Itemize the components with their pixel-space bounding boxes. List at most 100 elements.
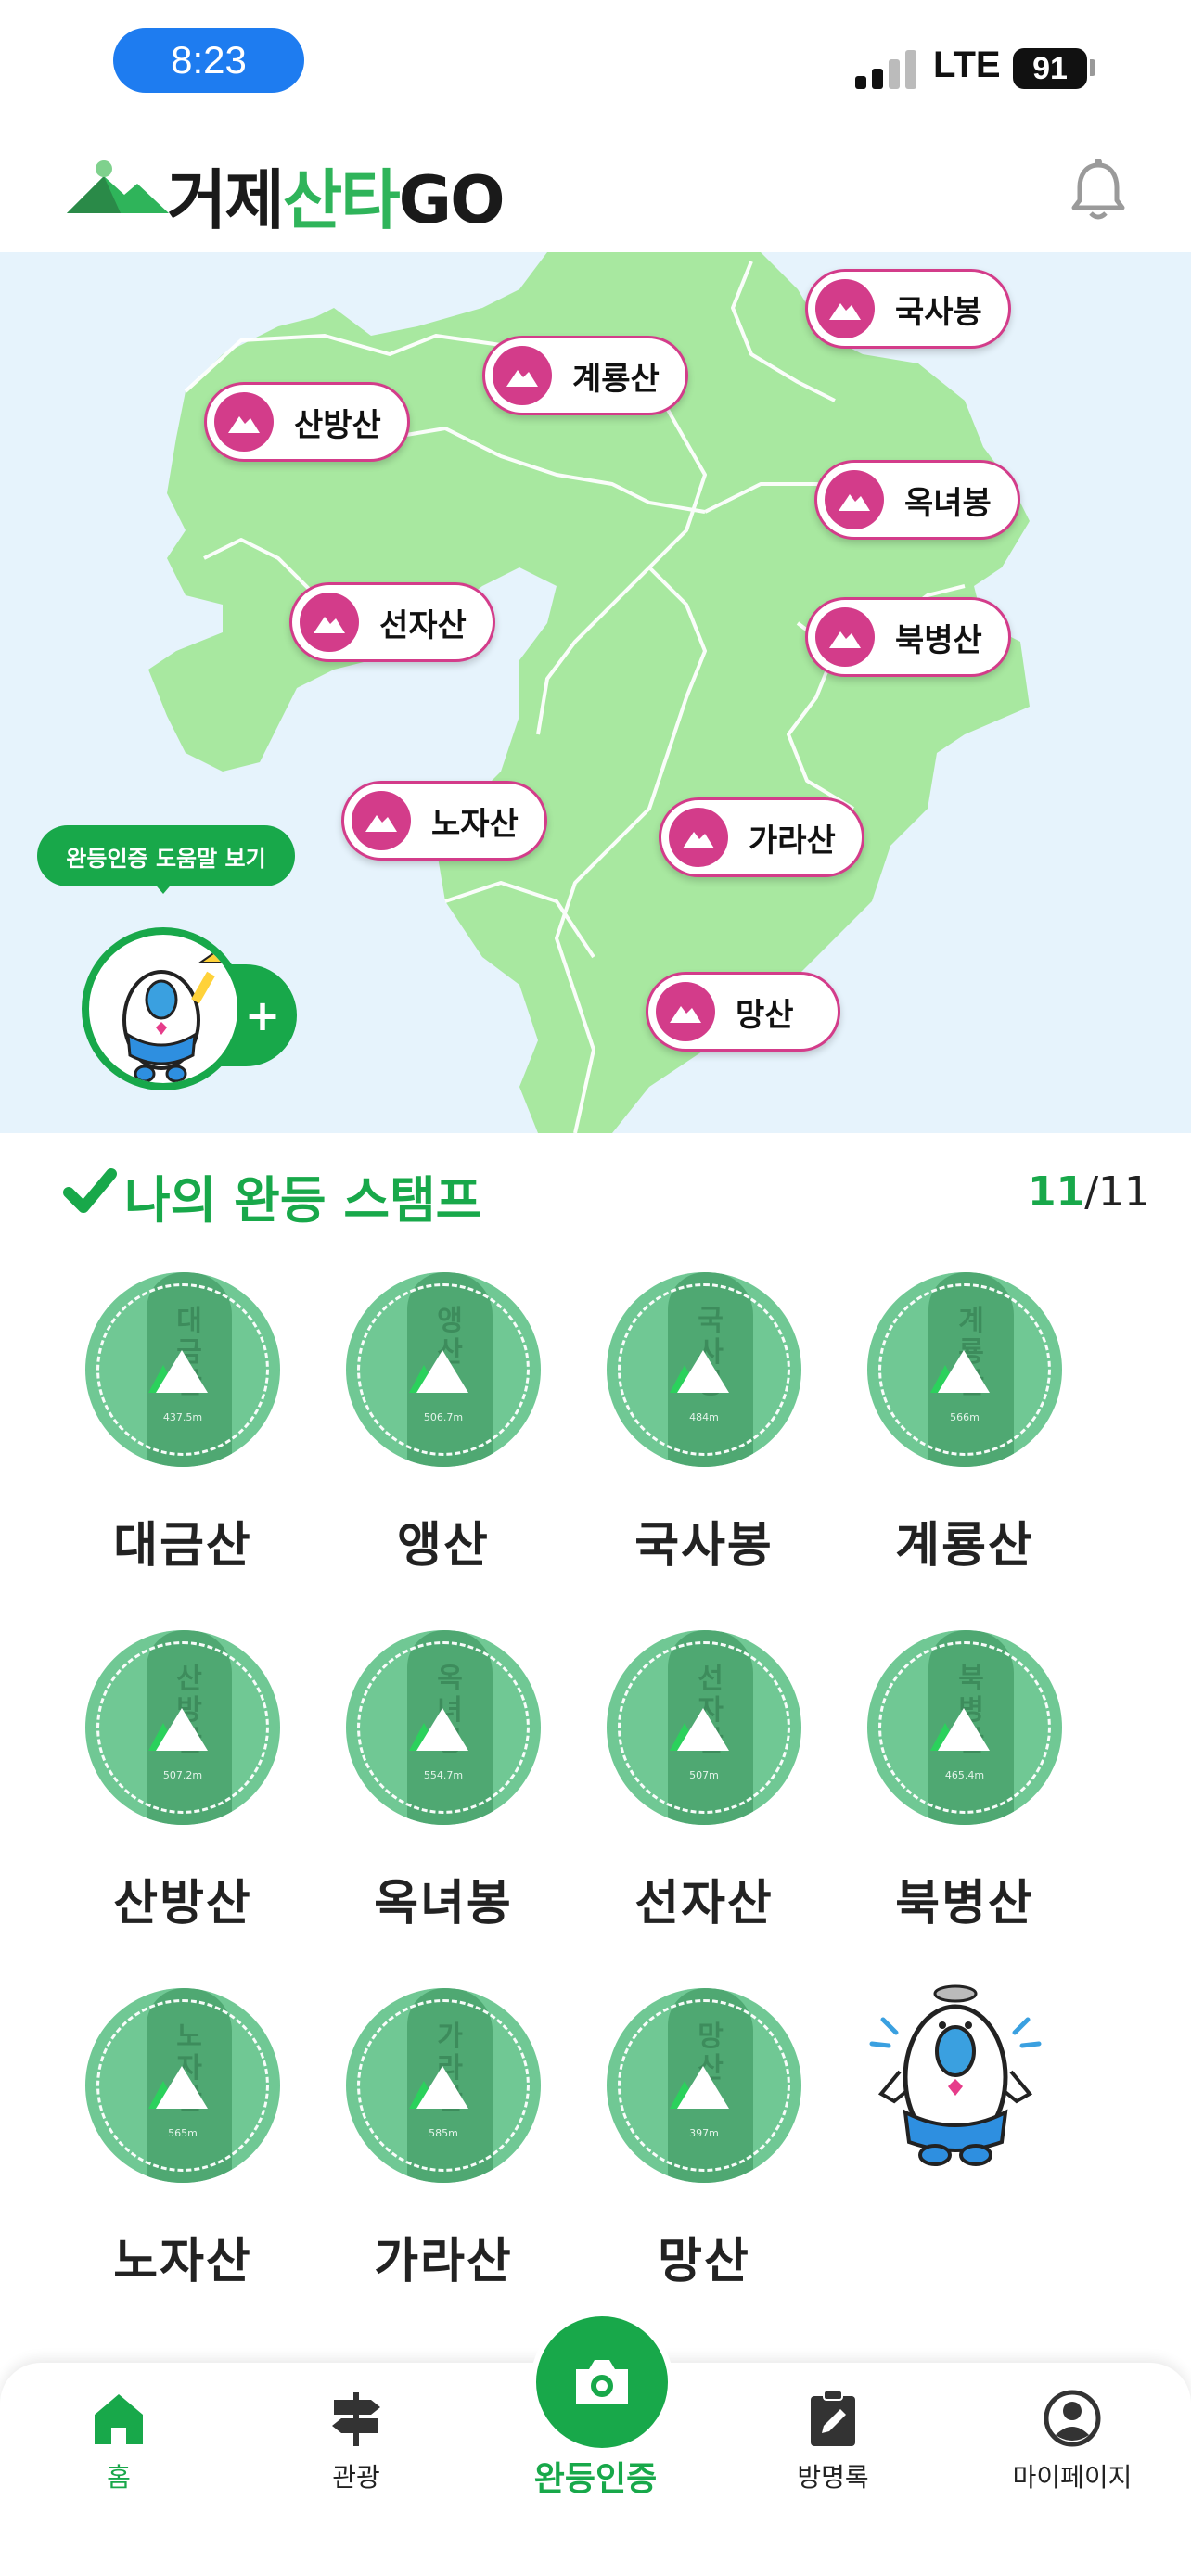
stamp-mountain-icon bbox=[156, 2066, 208, 2109]
nav-label: 방명록 bbox=[797, 2462, 869, 2493]
pin-label: 옥녀봉 bbox=[904, 484, 992, 522]
stamp-label: 계룡산 bbox=[895, 1518, 1034, 1574]
mascot-celebration-icon bbox=[869, 1984, 1042, 2166]
map-pin-nojasan[interactable]: 노자산 bbox=[341, 781, 547, 861]
map-pin-sanbangsan[interactable]: 산방산 bbox=[204, 382, 410, 462]
stamp-height: 585m bbox=[429, 2127, 458, 2139]
mountain-icon bbox=[656, 982, 715, 1041]
stamp-label: 대금산 bbox=[113, 1518, 252, 1574]
map-pin-seonjasan[interactable]: 선자산 bbox=[289, 582, 495, 662]
user-circle-icon bbox=[1044, 2390, 1101, 2447]
camera-icon bbox=[576, 2360, 628, 2404]
nav-mypage[interactable]: 마이페이지 bbox=[980, 2389, 1165, 2494]
stamp-height: 506.7m bbox=[423, 1411, 464, 1423]
stamp-mountain-icon bbox=[156, 1350, 208, 1393]
help-button[interactable]: 완등인증 도움말 보기 bbox=[37, 825, 295, 886]
stamp-daegeumsan[interactable]: 대금산 437.5m bbox=[85, 1272, 280, 1467]
stamp-count: 11/11 bbox=[1028, 1168, 1151, 1216]
logo-mountain-icon bbox=[67, 160, 169, 213]
mountain-icon bbox=[815, 607, 875, 667]
pin-label: 계룡산 bbox=[572, 360, 660, 398]
stamp-label: 선자산 bbox=[634, 1876, 774, 1932]
stamp-bukbyeongsan[interactable]: 북병산 465.4m bbox=[867, 1630, 1062, 1825]
stamp-label: 국사봉 bbox=[634, 1518, 774, 1574]
stamp-height: 554.7m bbox=[423, 1769, 464, 1781]
map-pin-gyeryongsan[interactable]: 계룡산 bbox=[482, 336, 688, 415]
stamp-garasan[interactable]: 가라산 585m bbox=[346, 1988, 541, 2183]
stamp-nojasan[interactable]: 노자산 565m bbox=[85, 1988, 280, 2183]
stamp-sanbangsan[interactable]: 산방산 507.2m bbox=[85, 1630, 280, 1825]
nav-tour[interactable]: 관광 bbox=[263, 2389, 449, 2494]
stamp-height: 484m bbox=[689, 1411, 719, 1423]
mountain-icon bbox=[815, 279, 875, 338]
stamp-height: 397m bbox=[689, 2127, 719, 2139]
mountain-icon bbox=[825, 470, 884, 529]
mountain-icon bbox=[300, 593, 359, 652]
stamp-seonjasan[interactable]: 선자산 507m bbox=[607, 1630, 801, 1825]
battery-icon: 91 bbox=[1013, 48, 1087, 89]
stamp-height: 507m bbox=[689, 1769, 719, 1781]
mascot-avatar[interactable] bbox=[82, 927, 245, 1090]
nav-home[interactable]: 홈 bbox=[26, 2389, 211, 2494]
map-pin-oknyeobong[interactable]: 옥녀봉 bbox=[814, 460, 1020, 540]
app-logo[interactable]: 거제산타GO bbox=[167, 148, 506, 242]
map-pin-bukbyeongsan[interactable]: 북병산 bbox=[805, 597, 1011, 677]
home-icon bbox=[95, 2394, 143, 2444]
stamp-section-title: 나의 완등 스탬프 bbox=[124, 1171, 482, 1230]
stamp-mountain-icon bbox=[677, 1708, 729, 1751]
status-time: 8:23 bbox=[113, 28, 304, 93]
stamp-mountain-icon bbox=[156, 1708, 208, 1751]
map-pin-guksabong[interactable]: 국사봉 bbox=[805, 269, 1011, 349]
stamp-mountain-icon bbox=[416, 2066, 468, 2109]
nav-certify-label[interactable]: 완등인증 bbox=[482, 2452, 709, 2500]
clipboard-edit-icon bbox=[811, 2390, 855, 2446]
pin-label: 북병산 bbox=[895, 621, 982, 659]
stamp-height: 507.2m bbox=[162, 1769, 203, 1781]
mountain-icon bbox=[214, 392, 274, 452]
check-icon bbox=[63, 1168, 117, 1213]
pin-label: 산방산 bbox=[294, 406, 381, 444]
mascot-icon bbox=[122, 948, 226, 1083]
stamp-mountain-icon bbox=[938, 1350, 990, 1393]
stamp-label: 노자산 bbox=[113, 2234, 252, 2289]
nav-label: 홈 bbox=[107, 2462, 131, 2493]
stamp-mangsan[interactable]: 망산 397m bbox=[607, 1988, 801, 2183]
stamp-label: 가라산 bbox=[374, 2234, 513, 2289]
nav-guestbook[interactable]: 방명록 bbox=[740, 2389, 926, 2494]
stamp-label: 망산 bbox=[658, 2234, 750, 2289]
mountain-icon bbox=[352, 791, 411, 850]
stamp-mountain-icon bbox=[416, 1708, 468, 1751]
signpost-icon bbox=[332, 2392, 380, 2446]
stamp-label: 산방산 bbox=[113, 1876, 252, 1932]
mountain-icon bbox=[669, 808, 728, 867]
pin-label: 가라산 bbox=[749, 822, 836, 860]
stamp-mountain-icon bbox=[416, 1350, 468, 1393]
stamp-mountain-icon bbox=[677, 2066, 729, 2109]
stamp-label: 앵산 bbox=[397, 1518, 490, 1574]
stamp-height: 566m bbox=[950, 1411, 980, 1423]
stamp-height: 437.5m bbox=[162, 1411, 203, 1423]
battery-nub bbox=[1090, 59, 1095, 76]
stamp-height: 565m bbox=[168, 2127, 198, 2139]
pin-label: 망산 bbox=[736, 996, 794, 1034]
stamp-label: 북병산 bbox=[895, 1876, 1034, 1932]
signal-icon bbox=[855, 50, 920, 89]
pin-label: 국사봉 bbox=[895, 293, 982, 331]
pin-label: 노자산 bbox=[431, 805, 519, 843]
stamp-height: 465.4m bbox=[944, 1769, 985, 1781]
certify-camera-button[interactable] bbox=[531, 2311, 673, 2454]
network-type: LTE bbox=[933, 45, 1001, 85]
pin-label: 선자산 bbox=[379, 606, 467, 644]
help-bubble-tail bbox=[152, 881, 174, 894]
map-pin-garasan[interactable]: 가라산 bbox=[659, 797, 864, 877]
stamp-label: 옥녀봉 bbox=[374, 1876, 513, 1932]
nav-label: 관광 bbox=[332, 2462, 380, 2493]
nav-label: 마이페이지 bbox=[1012, 2462, 1133, 2493]
stamp-aengsan[interactable]: 앵산 506.7m bbox=[346, 1272, 541, 1467]
stamp-gyeryongsan[interactable]: 계룡산 566m bbox=[867, 1272, 1062, 1467]
map-pin-mangsan[interactable]: 망산 bbox=[646, 972, 840, 1052]
bell-icon[interactable] bbox=[1069, 158, 1128, 223]
stamp-oknyeobong[interactable]: 옥녀봉 554.7m bbox=[346, 1630, 541, 1825]
stamp-guksabong[interactable]: 국사봉 484m bbox=[607, 1272, 801, 1467]
mountain-icon bbox=[493, 346, 552, 405]
